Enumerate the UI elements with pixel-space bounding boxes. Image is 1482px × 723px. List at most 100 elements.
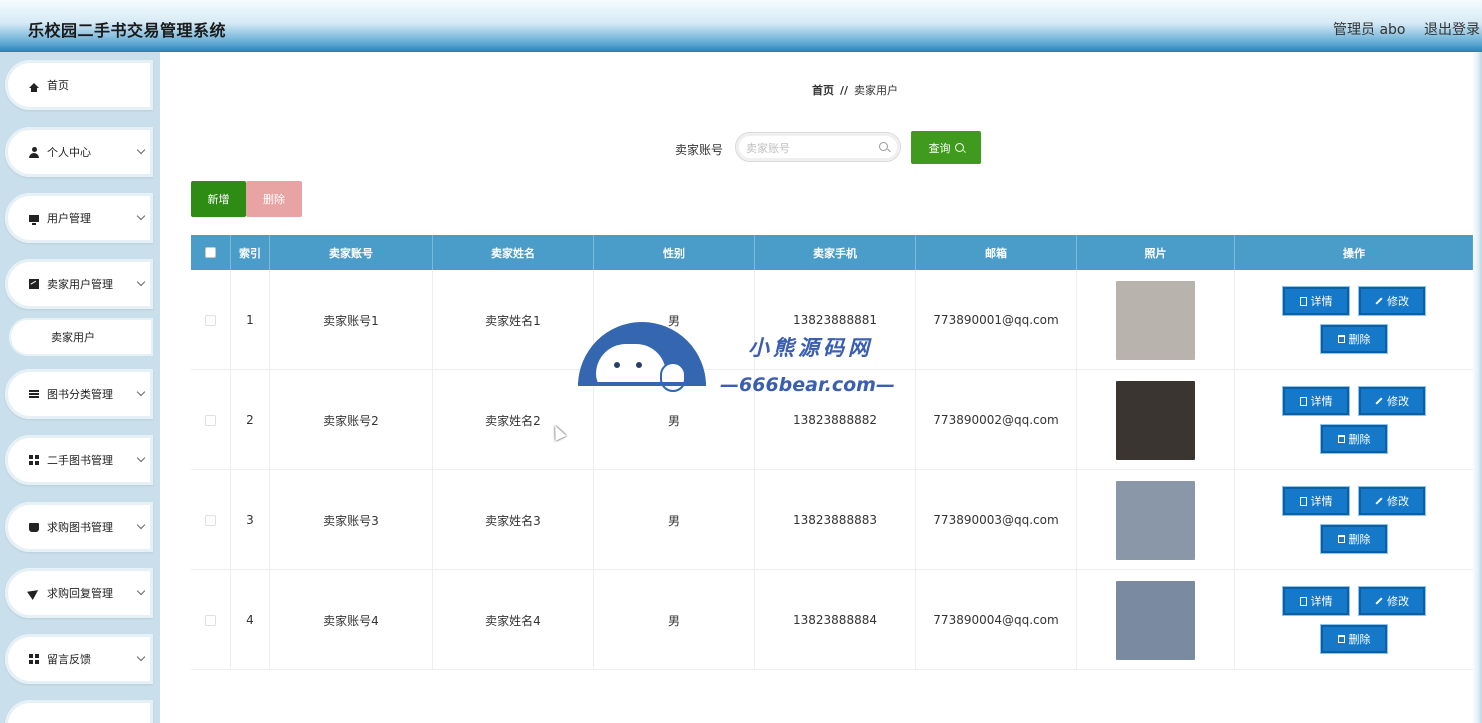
- cell-actions: 详情 修改删除: [1235, 270, 1473, 370]
- user-photo: [1116, 580, 1195, 660]
- sidebar-subitem-seller-users[interactable]: 卖家用户: [9, 318, 153, 356]
- sidebar-item-label: 图书分类管理: [47, 388, 113, 401]
- cell-account: 卖家账号1: [270, 270, 433, 370]
- grid-icon: [27, 652, 41, 666]
- col-account: 卖家账号: [270, 235, 433, 270]
- edit-icon: [1375, 497, 1383, 505]
- query-button[interactable]: 查询: [911, 131, 981, 164]
- delete-label: 删除: [1348, 333, 1371, 346]
- chart-icon: [27, 277, 41, 291]
- search-field[interactable]: [735, 132, 901, 162]
- row-checkbox[interactable]: [205, 514, 216, 526]
- edit-label: 修改: [1387, 495, 1409, 508]
- watermark: 小熊源码网 —666bear.com—: [578, 322, 908, 407]
- sidebar-item-label: 求购图书管理: [47, 521, 113, 534]
- cell-email: 773890002@qq.com: [916, 370, 1077, 470]
- cell-actions: 详情 修改删除: [1235, 470, 1473, 570]
- add-button[interactable]: 新增: [191, 181, 246, 217]
- user-photo: [1116, 480, 1195, 560]
- edit-button[interactable]: 修改: [1358, 486, 1426, 516]
- edit-label: 修改: [1387, 295, 1409, 308]
- sidebar-item-home[interactable]: 首页: [5, 60, 153, 110]
- query-button-label: 查询: [928, 141, 951, 155]
- app-title: 乐校园二手书交易管理系统: [28, 21, 227, 40]
- sidebar-item-partial[interactable]: [5, 700, 153, 723]
- row-delete-button[interactable]: 删除: [1320, 424, 1388, 454]
- row-select-cell: [191, 370, 231, 470]
- cell-name: 卖家姓名4: [433, 570, 594, 670]
- document-icon: [1299, 296, 1307, 306]
- breadcrumb: 首页 // 卖家用户: [160, 82, 1482, 98]
- chevron-down-icon: [136, 520, 146, 530]
- admin-label: 管理员 abo: [1333, 22, 1406, 38]
- detail-button[interactable]: 详情: [1282, 586, 1350, 616]
- watermark-en-text: —666bear.com—: [720, 374, 895, 396]
- sidebar-item-feedback[interactable]: 留言反馈: [5, 634, 153, 684]
- chevron-down-icon: [136, 586, 146, 596]
- detail-button[interactable]: 详情: [1282, 286, 1350, 316]
- detail-button[interactable]: 详情: [1282, 386, 1350, 416]
- breadcrumb-home[interactable]: 首页: [812, 84, 834, 97]
- sidebar-item-label: 用户管理: [47, 212, 91, 225]
- cell-photo: [1077, 270, 1235, 370]
- select-all-checkbox[interactable]: [205, 247, 216, 258]
- detail-button[interactable]: 详情: [1282, 486, 1350, 516]
- search-input[interactable]: [746, 140, 876, 156]
- edit-button[interactable]: 修改: [1358, 286, 1426, 316]
- row-delete-button[interactable]: 删除: [1320, 624, 1388, 654]
- detail-label: 详情: [1310, 595, 1333, 608]
- document-icon: [1299, 396, 1307, 406]
- edit-button[interactable]: 修改: [1358, 586, 1426, 616]
- sidebar-item-label: 留言反馈: [47, 653, 91, 666]
- cell-photo: [1077, 570, 1235, 670]
- sidebar-item-wanted-book-management[interactable]: 求购图书管理: [5, 502, 153, 552]
- cell-photo: [1077, 370, 1235, 470]
- row-select-cell: [191, 270, 231, 370]
- grid-icon: [27, 453, 41, 467]
- search-icon: [879, 142, 888, 151]
- sidebar-item-user-management[interactable]: 用户管理: [5, 193, 153, 243]
- search-label: 卖家账号: [675, 143, 724, 157]
- row-checkbox[interactable]: [205, 614, 216, 626]
- user-icon: [27, 145, 41, 159]
- col-index: 索引: [231, 235, 270, 270]
- sidebar-item-seller-management[interactable]: 卖家用户管理: [5, 259, 153, 309]
- chevron-down-icon: [136, 145, 146, 155]
- sidebar-item-wanted-reply-management[interactable]: 求购回复管理: [5, 568, 153, 618]
- sidebar-item-personal-center[interactable]: 个人中心: [5, 127, 153, 177]
- monitor-icon: [27, 211, 41, 225]
- sidebar-item-label: 卖家用户管理: [47, 278, 113, 291]
- trash-icon: [1337, 535, 1345, 543]
- top-header: 乐校园二手书交易管理系统 管理员 abo 退出登录: [0, 0, 1482, 52]
- watermark-cn-text: 小熊源码网: [748, 336, 873, 360]
- col-actions: 操作: [1343, 246, 1365, 260]
- search-icon: [954, 143, 964, 152]
- cell-name: 卖家姓名2: [433, 370, 594, 470]
- table-row: 3 卖家账号3 卖家姓名3 男 13823888883 773890003@qq.com 详…: [191, 470, 1473, 570]
- row-delete-button[interactable]: 删除: [1320, 324, 1388, 354]
- sidebar-item-label: 求购回复管理: [47, 587, 113, 600]
- cell-index: 3: [231, 470, 270, 570]
- row-checkbox[interactable]: [205, 314, 216, 326]
- cell-name: 卖家姓名3: [433, 470, 594, 570]
- edit-button[interactable]: 修改: [1358, 386, 1426, 416]
- logout-link[interactable]: 退出登录: [1424, 19, 1480, 39]
- detail-label: 详情: [1310, 495, 1333, 508]
- cell-index: 4: [231, 570, 270, 670]
- batch-delete-button[interactable]: 删除: [246, 181, 302, 217]
- cell-email: 773890004@qq.com: [916, 570, 1077, 670]
- row-checkbox[interactable]: [205, 414, 216, 426]
- delete-label: 删除: [1348, 633, 1371, 646]
- cell-phone: 13823888884: [755, 570, 916, 670]
- col-email: 邮箱: [916, 235, 1077, 270]
- sidebar: 首页 个人中心 用户管理 卖家用户管理 卖家用户 图书分类管理 二手图书管理 求…: [0, 52, 160, 723]
- edit-icon: [1375, 597, 1383, 605]
- row-delete-button[interactable]: 删除: [1320, 524, 1388, 554]
- edit-label: 修改: [1387, 595, 1409, 608]
- sidebar-item-category-management[interactable]: 图书分类管理: [5, 369, 153, 419]
- cell-photo: [1077, 470, 1235, 570]
- cell-account: 卖家账号3: [270, 470, 433, 570]
- cell-gender: 男: [594, 470, 755, 570]
- cell-email: 773890003@qq.com: [916, 470, 1077, 570]
- sidebar-item-used-book-management[interactable]: 二手图书管理: [5, 435, 153, 485]
